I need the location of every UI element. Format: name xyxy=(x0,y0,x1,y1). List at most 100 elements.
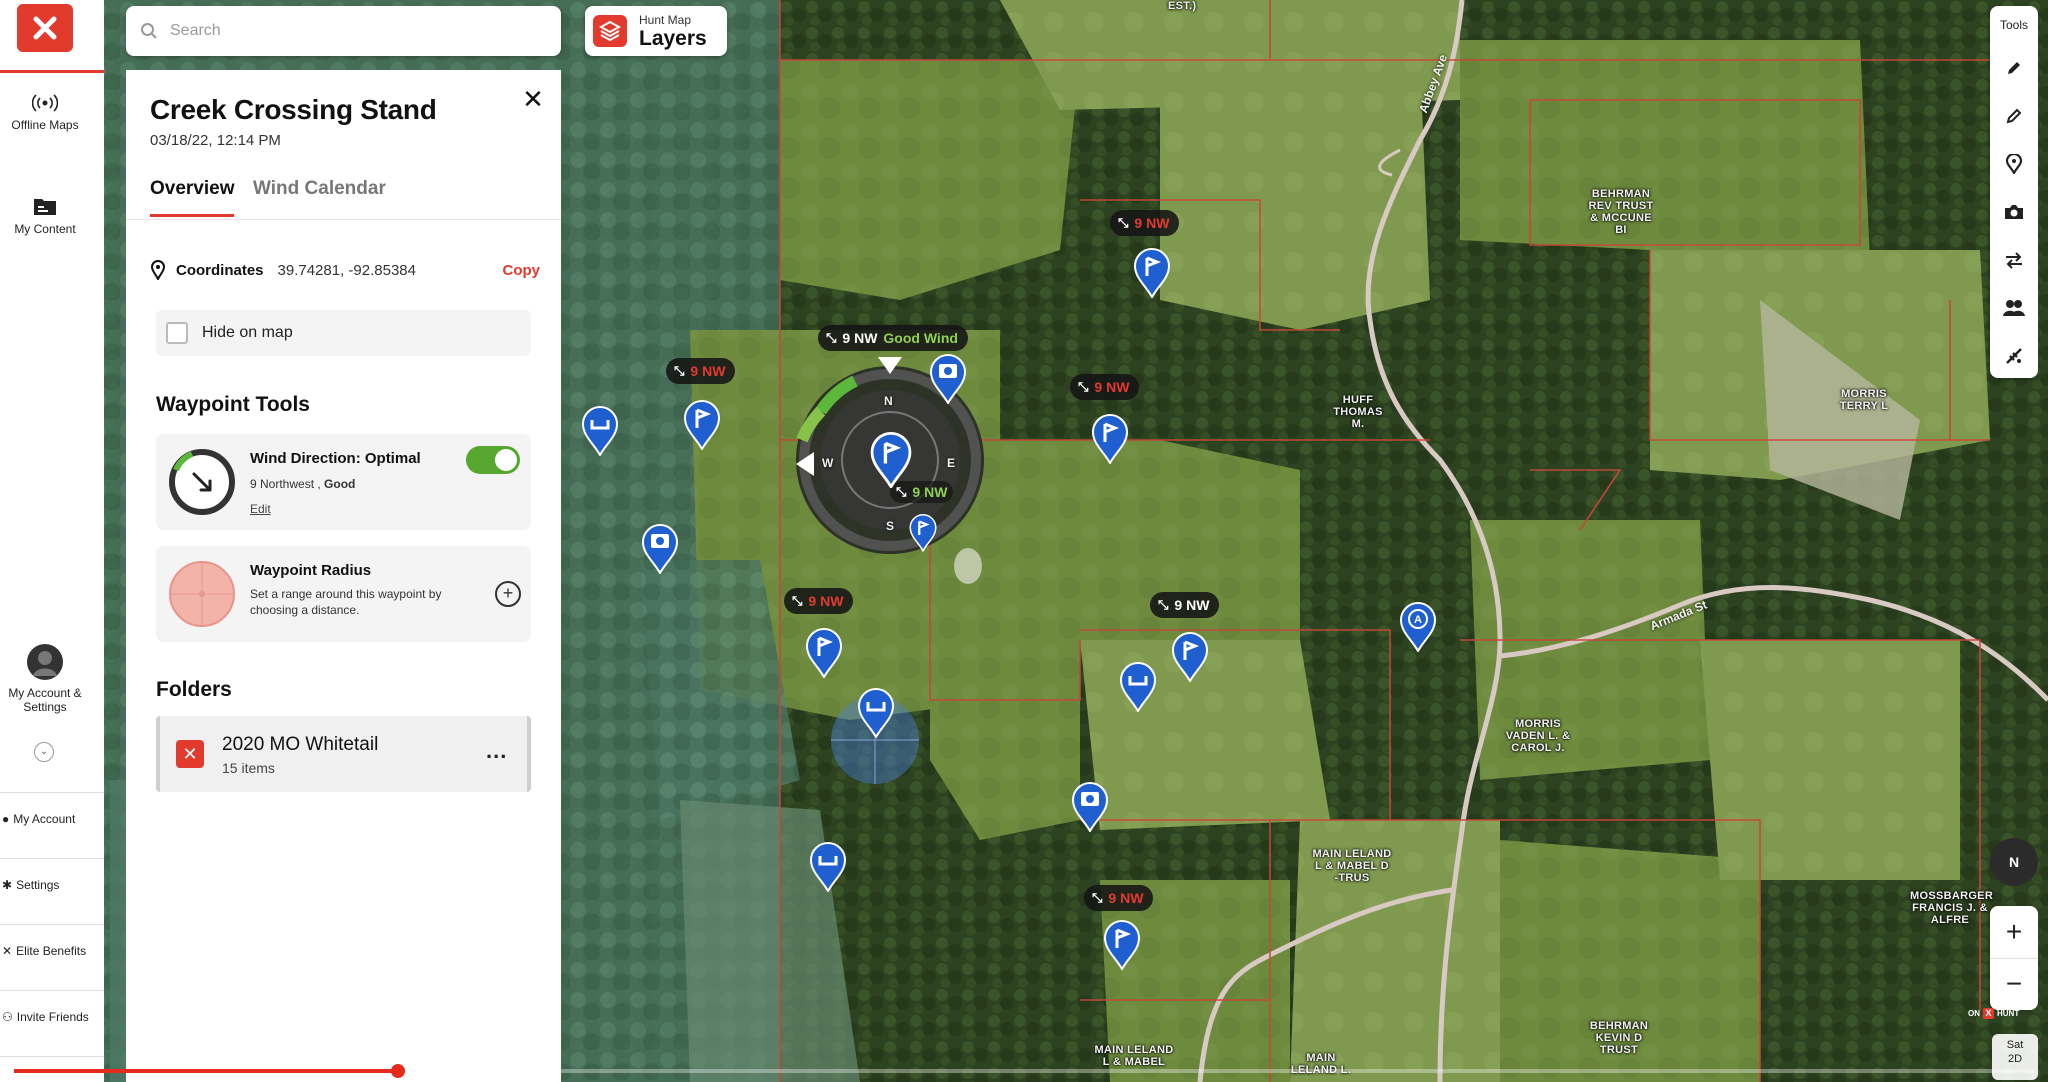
tab-overview[interactable]: Overview xyxy=(150,178,235,200)
pencil-shape-icon xyxy=(2006,108,2022,124)
wind-tag[interactable]: ⤡ 9 NW xyxy=(1150,592,1220,618)
zoom-controls: + − xyxy=(1990,906,2038,1010)
parcel-label: MAIN LELAND L & MABEL xyxy=(1094,1044,1174,1068)
divider xyxy=(126,219,561,220)
basemap-toggle-button[interactable]: Sat 2D xyxy=(1992,1034,2038,1080)
selected-stand-pin-icon[interactable] xyxy=(868,430,914,488)
add-waypoint-button[interactable] xyxy=(2002,152,2026,176)
folder-x-icon: ✕ xyxy=(176,740,204,768)
basemap-label: Sat xyxy=(2006,1039,2024,1051)
plus-icon: + xyxy=(502,583,514,603)
stand-pin-icon[interactable] xyxy=(1132,246,1172,298)
add-radius-button[interactable]: + xyxy=(495,581,521,607)
parcel-label: BEHRMAN KEVIN D TRUST xyxy=(1589,1020,1649,1056)
compass-button[interactable]: N xyxy=(1990,838,2038,886)
wind-tag-selected[interactable]: ⤡ 9 NW Good Wind xyxy=(818,325,968,351)
stand-pin-icon[interactable] xyxy=(682,398,722,450)
compass-north-icon: N xyxy=(2008,854,2020,870)
parcel-label: MORRIS TERRY L xyxy=(1839,388,1889,412)
close-app-button[interactable] xyxy=(17,4,73,52)
compass-letter-e: E xyxy=(947,456,956,470)
location-pin-icon xyxy=(150,260,166,280)
wind-direction-sub: 9 Northwest , Good xyxy=(250,477,356,491)
video-progress-bar[interactable] xyxy=(14,1064,2034,1078)
close-icon: ✕ xyxy=(522,84,544,114)
account-settings-label-1: My Account & xyxy=(8,686,82,700)
compass-letter-w: W xyxy=(822,456,834,470)
zoom-out-button[interactable]: − xyxy=(1990,958,2038,1011)
broadcast-icon xyxy=(32,94,58,112)
layers-title: Layers xyxy=(639,27,707,50)
stand-pin-icon[interactable] xyxy=(908,510,938,554)
menu-elite-benefits[interactable]: ✕ Elite Benefits xyxy=(0,944,106,958)
close-panel-button[interactable]: ✕ xyxy=(518,84,548,114)
search-input[interactable] xyxy=(168,21,532,41)
stand-pin-icon[interactable] xyxy=(1170,630,1210,682)
close-icon xyxy=(33,16,57,40)
onx-hunt-logo: ON X HUNT xyxy=(1968,1008,2020,1019)
wind-tag[interactable]: ⤡ 9 NW xyxy=(666,358,736,384)
menu-settings[interactable]: ✱ Settings xyxy=(0,878,106,892)
menu-invite-friends[interactable]: ⚇ Invite Friends xyxy=(0,1010,106,1024)
wind-arrow-icon: ⤡ xyxy=(1118,215,1129,230)
draw-shape-button[interactable] xyxy=(2002,104,2026,128)
folders-heading: Folders xyxy=(156,678,232,701)
share-button[interactable] xyxy=(2002,296,2026,320)
draw-line-button[interactable] xyxy=(2002,56,2026,80)
waypoint-radius-card: Waypoint Radius Set a range around this … xyxy=(156,546,531,642)
copy-coordinates-button[interactable]: Copy xyxy=(503,262,541,279)
parcel-label: EST.) xyxy=(1168,0,1197,12)
pencil-icon xyxy=(2008,62,2020,74)
chevron-down-icon[interactable]: ⌄ xyxy=(34,742,54,762)
stand-pin-icon[interactable] xyxy=(1102,918,1142,970)
wind-tag[interactable]: ⤡ 9 NW xyxy=(784,588,854,614)
wind-edit-link[interactable]: Edit xyxy=(250,502,271,516)
coordinates-value: 39.74281, -92.85384 xyxy=(277,261,416,279)
hide-on-map-row[interactable]: Hide on map xyxy=(156,310,531,356)
menu-label: Invite Friends xyxy=(16,1010,89,1024)
stand-pin-icon[interactable] xyxy=(804,626,844,678)
offline-maps-button[interactable]: Offline Maps xyxy=(0,94,90,132)
folder-row[interactable]: ✕ 2020 MO Whitetail 15 items ... xyxy=(156,716,531,792)
menu-label: My Account xyxy=(13,812,76,826)
access-point-pin-icon[interactable]: A xyxy=(1398,600,1438,652)
camera-pin-icon[interactable] xyxy=(928,352,968,404)
zoom-in-button[interactable]: + xyxy=(1990,906,2038,958)
wind-direction-toggle[interactable] xyxy=(466,446,520,474)
blind-pin-icon[interactable] xyxy=(808,840,848,892)
menu-my-account[interactable]: ● My Account xyxy=(0,812,106,826)
measure-button[interactable] xyxy=(2002,344,2026,368)
wind-tag[interactable]: ⤡ 9 NW xyxy=(1070,374,1140,400)
camera-pin-icon[interactable] xyxy=(1070,780,1110,832)
video-progress-handle[interactable] xyxy=(390,1064,405,1078)
hide-on-map-checkbox[interactable] xyxy=(166,322,188,344)
my-content-label: My Content xyxy=(14,222,76,236)
camera-pin-icon[interactable] xyxy=(640,522,680,574)
search-bar[interactable] xyxy=(126,6,561,56)
my-content-button[interactable]: My Content xyxy=(0,196,90,236)
blind-pin-icon[interactable] xyxy=(856,686,896,738)
tab-wind-calendar[interactable]: Wind Calendar xyxy=(253,178,386,200)
wind-tag[interactable]: ⤡ 9 NW xyxy=(1084,885,1154,911)
add-photo-button[interactable] xyxy=(2002,200,2026,224)
waypoint-title: Creek Crossing Stand xyxy=(150,94,437,125)
wind-arrow-icon: ⤡ xyxy=(826,330,837,345)
wind-direction-card: Wind Direction: Optimal 9 Northwest , Go… xyxy=(156,434,531,530)
folder-more-button[interactable]: ... xyxy=(486,738,507,764)
layers-button[interactable]: Hunt Map Layers xyxy=(585,6,727,56)
tools-toolbar: Tools xyxy=(1990,6,2038,378)
folder-count: 15 items xyxy=(222,760,275,776)
map-pin-icon xyxy=(2005,154,2023,174)
compass-letter-s: S xyxy=(886,519,895,533)
account-settings-label-2: Settings xyxy=(23,700,67,714)
stand-pin-icon[interactable] xyxy=(1090,412,1130,464)
wind-direction-title: Wind Direction: Optimal xyxy=(250,450,421,467)
wind-tag[interactable]: ⤡ 9 NW xyxy=(1110,210,1180,236)
layers-subtitle: Hunt Map xyxy=(639,13,692,27)
route-button[interactable] xyxy=(2002,248,2026,272)
parcel-label: MOSSBARGER FRANCIS J. & ALFRE xyxy=(1910,890,1994,926)
blind-pin-icon[interactable] xyxy=(580,404,620,456)
account-settings-button[interactable]: My Account & Settings xyxy=(0,644,90,714)
blind-pin-icon[interactable] xyxy=(1118,660,1158,712)
menu-label: Elite Benefits xyxy=(16,944,87,958)
